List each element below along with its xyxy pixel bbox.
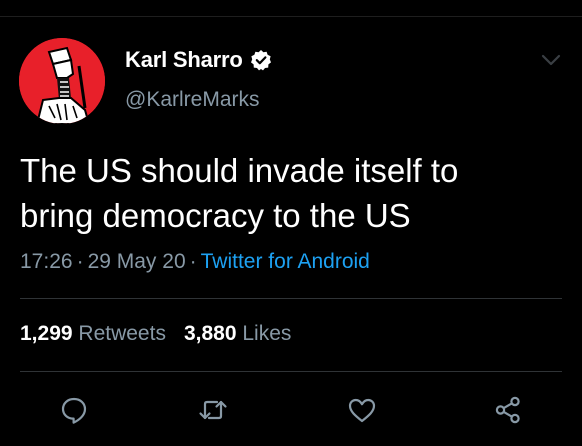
meta-separator: · [189,250,197,273]
author-display-name[interactable]: Karl Sharro [125,47,243,73]
tweet-source-link[interactable]: Twitter for Android [201,250,370,273]
reply-icon[interactable] [58,394,90,426]
tweet-metadata: 17:26 · 29 May 20 · Twitter for Android [20,250,370,274]
tweet-time[interactable]: 17:26 [20,250,73,273]
retweet-icon[interactable] [197,394,229,426]
likes-count: 3,880 [183,322,237,345]
tweet-date[interactable]: 29 May 20 [88,250,186,273]
retweets-count: 1,299 [20,322,73,345]
avatar[interactable] [19,38,105,124]
meta-separator: · [76,250,84,273]
share-icon[interactable] [492,394,524,426]
author-handle[interactable]: @KarlreMarks [125,88,260,112]
chevron-down-icon[interactable] [539,50,563,70]
heart-icon[interactable] [346,394,378,426]
likes-label: Likes [242,322,292,345]
divider [20,298,562,299]
tweet-text: The US should invade itself to bring demo… [20,148,565,238]
action-bar [0,390,582,430]
author-name-row: Karl Sharro [125,47,272,73]
verified-badge-icon [250,49,272,71]
tweet-text-line-1: The US should invade itself to [20,152,459,189]
divider [20,371,562,372]
avatar-illustration-icon [19,38,105,124]
tweet-text-line-2: bring democracy to the US [20,197,411,234]
engagement-stats: 1,299 Retweets 3,880 Likes [20,322,291,346]
likes-stat[interactable]: 3,880 Likes [184,322,291,345]
top-divider [0,16,582,17]
retweets-label: Retweets [78,322,166,345]
retweets-stat[interactable]: 1,299 Retweets [20,322,166,345]
